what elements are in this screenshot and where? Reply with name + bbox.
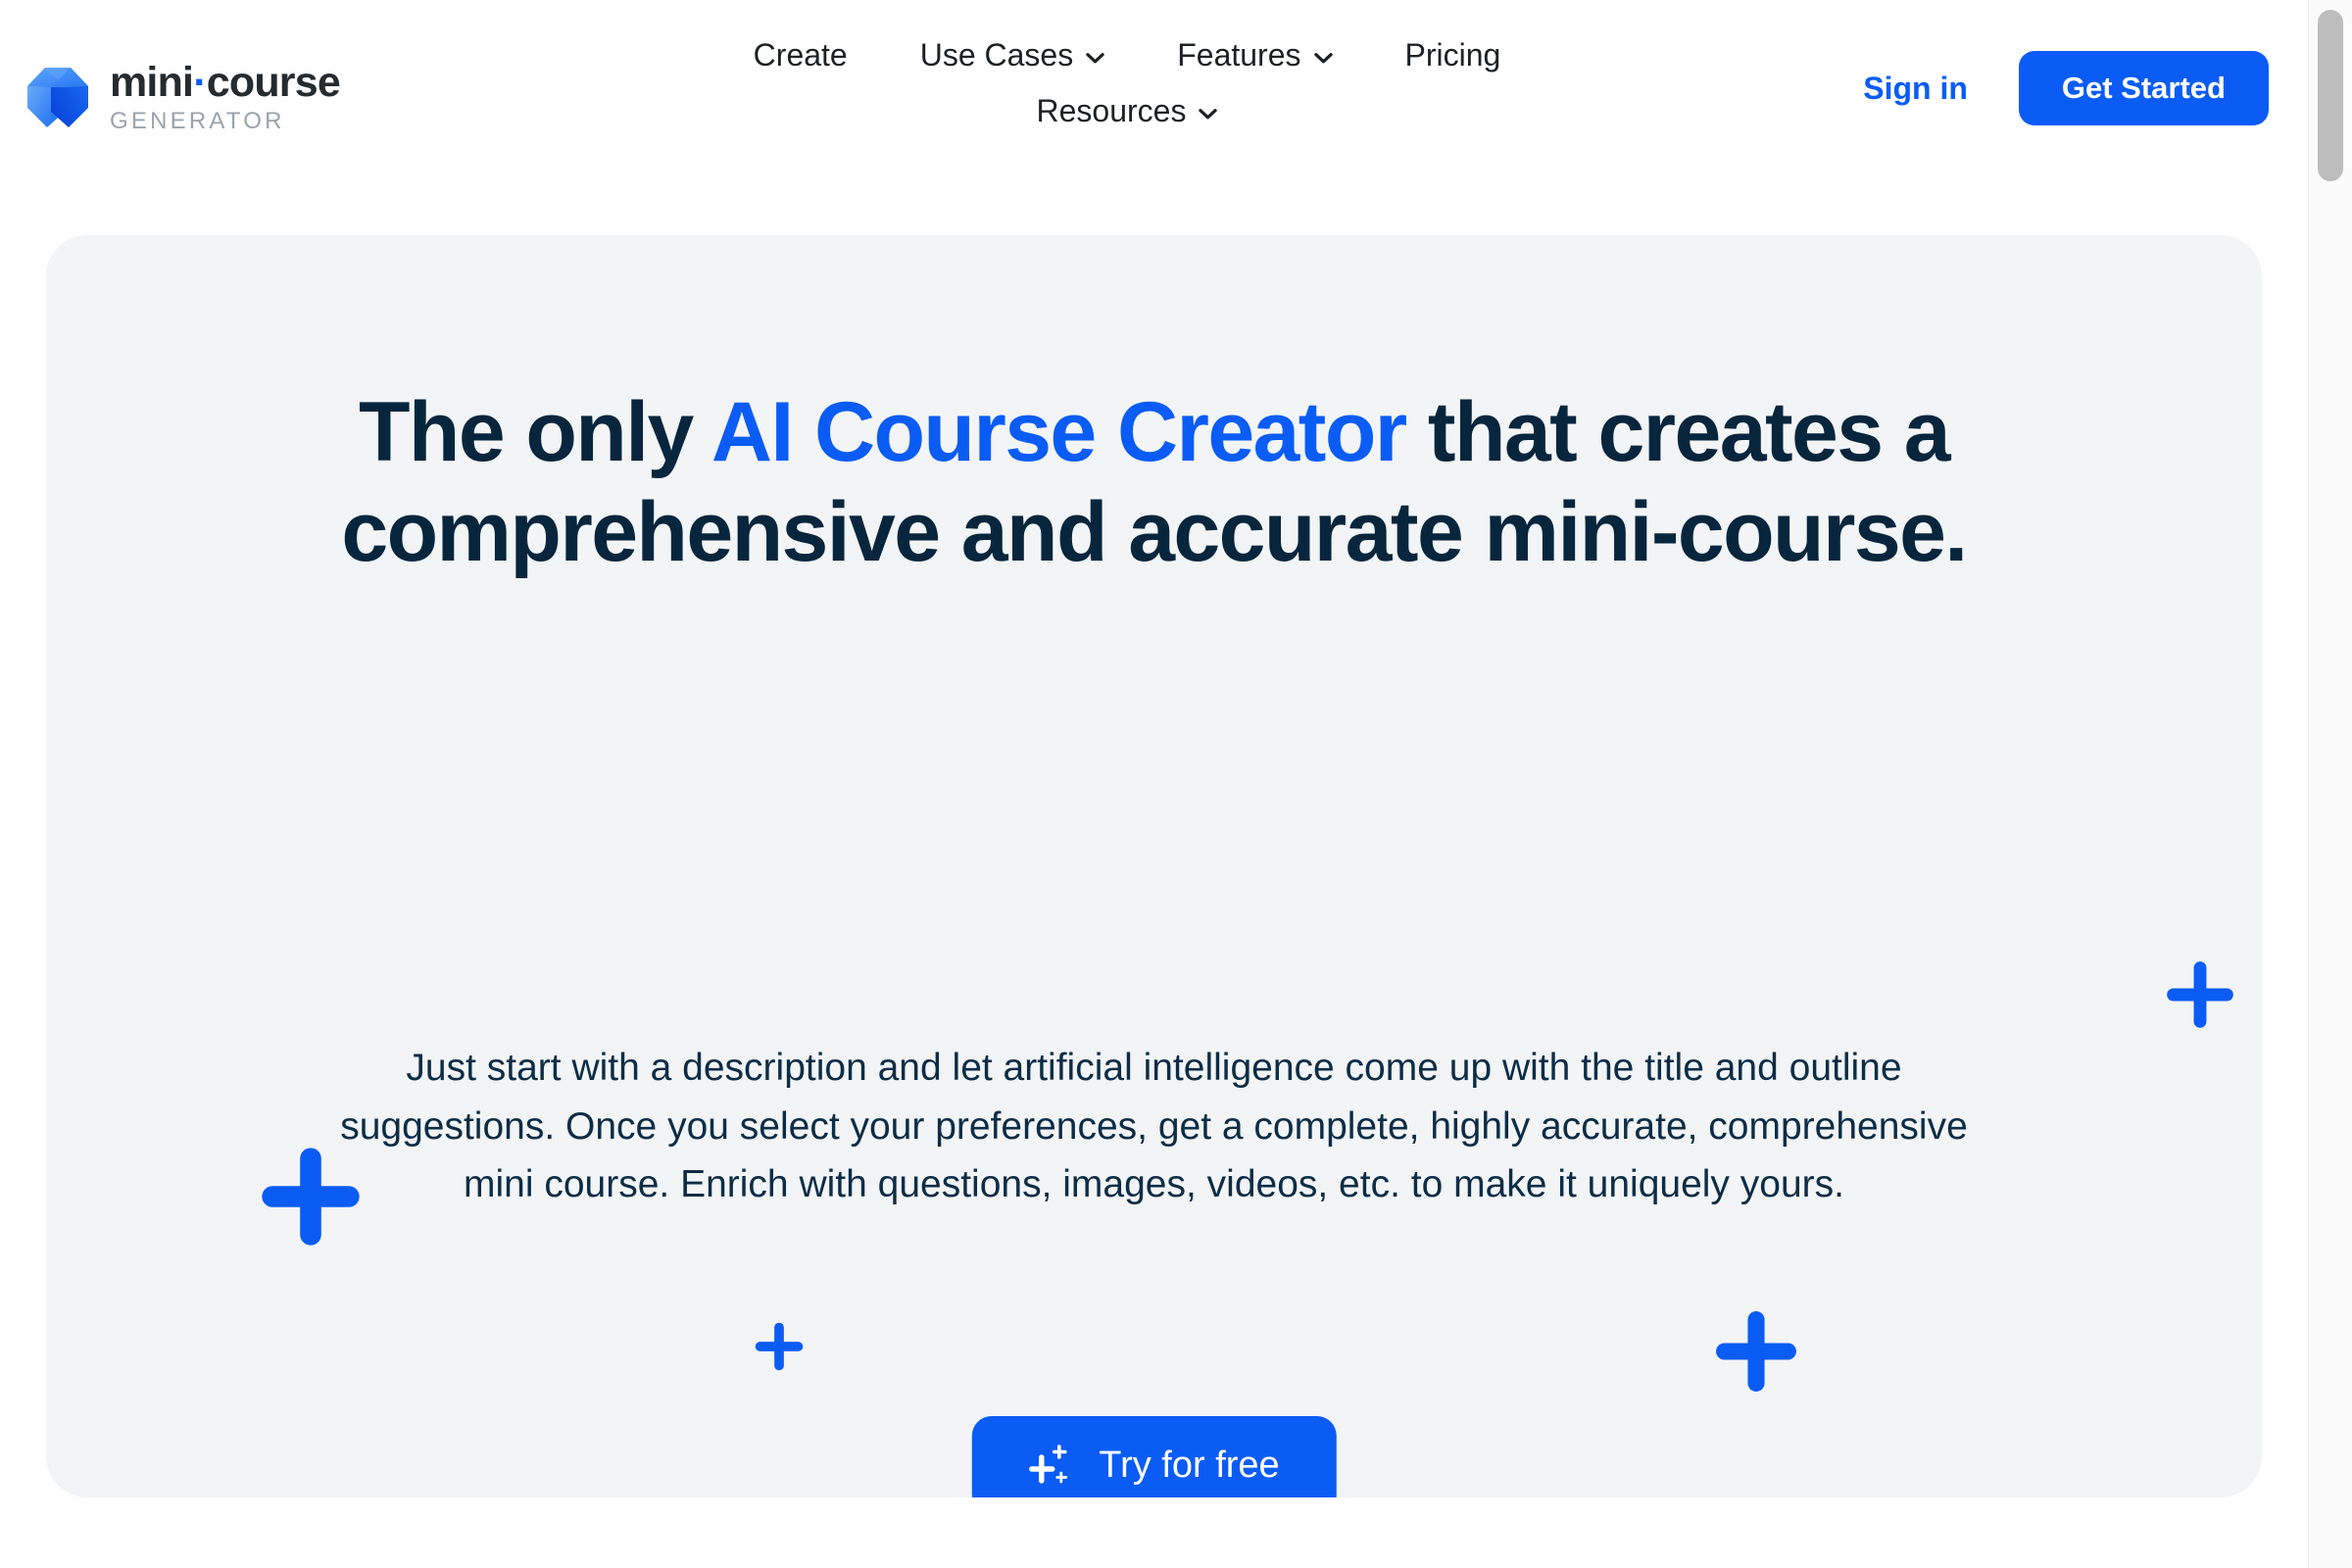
nav-label: Use Cases — [919, 37, 1074, 73]
main-navigation: Create Use Cases Features Pricing Resour… — [686, 37, 1568, 129]
nav-row-secondary: Resources — [686, 93, 1568, 129]
site-header: mini·course GENERATOR Create Use Cases F… — [0, 0, 2308, 211]
plus-decoration-right-lower — [1716, 1311, 1796, 1392]
chevron-down-icon — [1199, 108, 1218, 119]
sign-in-link[interactable]: Sign in — [1863, 71, 1968, 107]
headline-accent: AI Course Creator — [710, 385, 1407, 479]
header-auth-actions: Sign in Get Started — [1863, 51, 2269, 125]
chevron-down-icon — [1313, 52, 1333, 63]
get-started-button[interactable]: Get Started — [2018, 51, 2269, 125]
plus-decoration-center-small — [755, 1322, 804, 1371]
plus-decoration-left — [262, 1148, 360, 1246]
vertical-scrollbar[interactable] — [2308, 0, 2352, 1568]
hero-card: The only AI Course Creator that creates … — [46, 235, 2262, 1497]
plus-decoration-right-upper — [2167, 961, 2233, 1028]
sparkle-plus-icon — [1028, 1445, 1067, 1484]
hero-cta-group: Try for free No credit card required — [971, 1416, 1337, 1497]
nav-label: Features — [1177, 37, 1301, 73]
nav-item-create[interactable]: Create — [754, 37, 848, 74]
try-for-free-button[interactable]: Try for free — [971, 1416, 1337, 1497]
nav-item-pricing[interactable]: Pricing — [1405, 37, 1501, 74]
headline-part-1: The only — [358, 385, 711, 479]
mini-course-logo-mark-icon — [27, 68, 88, 127]
brand-subtitle: GENERATOR — [110, 107, 285, 134]
nav-item-use-cases[interactable]: Use Cases — [920, 37, 1105, 74]
page-root: mini·course GENERATOR Create Use Cases F… — [0, 0, 2352, 1568]
cta-label: Try for free — [1099, 1444, 1280, 1486]
brand-wordmark: mini·course GENERATOR — [110, 58, 341, 134]
brand-logo[interactable]: mini·course GENERATOR — [22, 58, 341, 134]
nav-item-features[interactable]: Features — [1177, 37, 1333, 74]
page-title: The only AI Course Creator that creates … — [46, 382, 2262, 583]
hero-description: Just start with a description and let ar… — [340, 1047, 1968, 1206]
nav-label: Create — [753, 37, 848, 73]
scrollbar-thumb[interactable] — [2318, 10, 2343, 181]
brand-name: mini·course — [110, 58, 341, 106]
nav-item-resources[interactable]: Resources — [1037, 93, 1218, 129]
chevron-down-icon — [1086, 52, 1104, 63]
nav-label: Resources — [1036, 93, 1187, 128]
nav-label: Pricing — [1404, 37, 1501, 73]
